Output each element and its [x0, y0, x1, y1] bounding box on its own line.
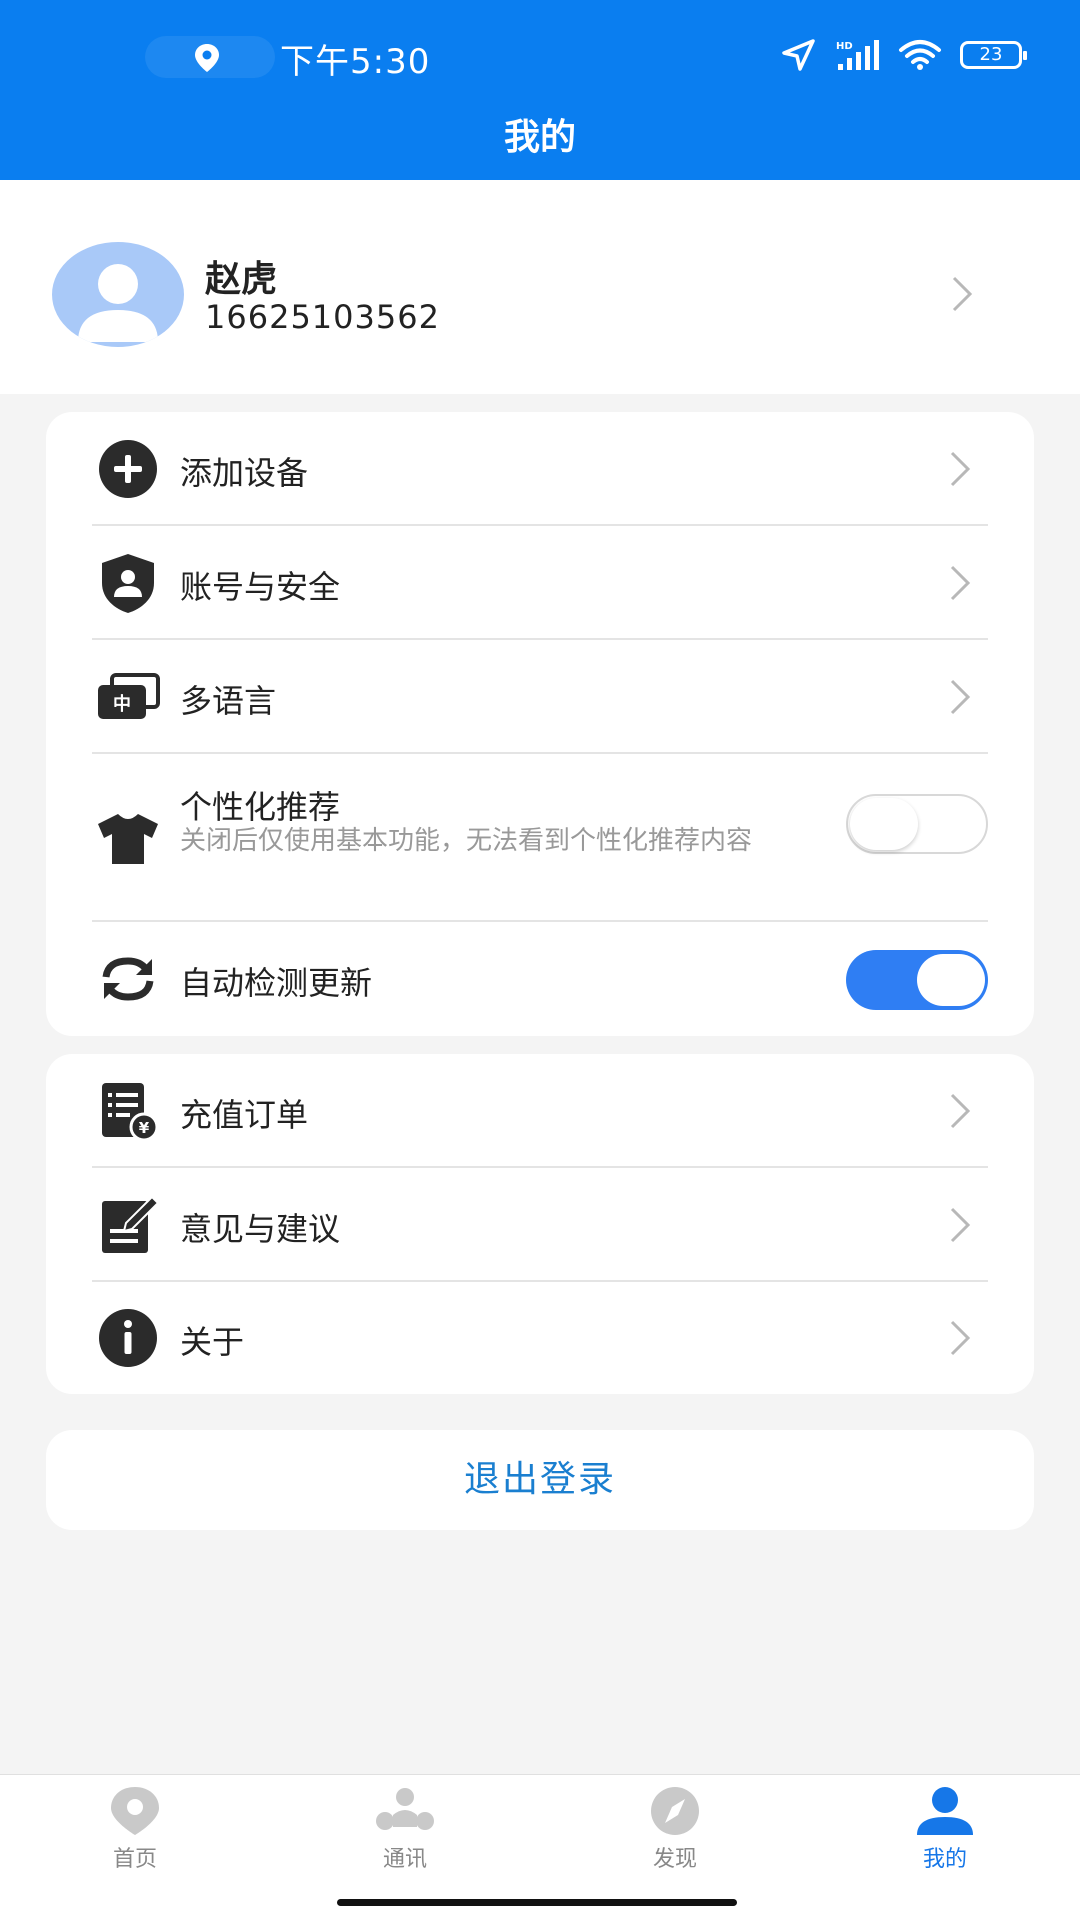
chevron-right-icon [950, 679, 971, 715]
status-icons: HD 23 [780, 38, 1027, 72]
personalized-recommendation-toggle[interactable] [846, 794, 988, 854]
settings-item-label: 添加设备 [180, 454, 309, 492]
tshirt-icon [98, 814, 158, 864]
info-icon [99, 1309, 157, 1367]
settings-item-add-device[interactable]: 添加设备 [46, 412, 1034, 526]
battery-indicator: 23 [960, 41, 1027, 69]
signal-icon: HD [836, 40, 879, 70]
profile-card[interactable]: 赵虎 16625103562 [0, 180, 1080, 394]
chevron-right-icon [950, 1320, 971, 1356]
nav-tab-home[interactable]: 首页 [75, 1785, 195, 1885]
svg-text:¥: ¥ [139, 1119, 150, 1137]
settings-item-label: 充值订单 [180, 1096, 309, 1134]
nav-tab-discover[interactable]: 发现 [615, 1785, 735, 1885]
nav-tab-label: 发现 [652, 1847, 697, 1872]
auto-update-toggle[interactable] [846, 950, 988, 1010]
page-title: 我的 [503, 117, 576, 158]
home-indicator[interactable] [337, 1899, 737, 1906]
wifi-icon [899, 40, 941, 70]
contacts-group-icon [376, 1788, 434, 1830]
header-bar: 下午5:30 HD 23 我的 [0, 0, 1080, 180]
settings-item-language[interactable]: 中 多语言 [46, 640, 1034, 754]
nav-tab-label: 我的 [922, 1847, 967, 1872]
settings-card-secondary: ¥ 充值订单 意见与建议 关于 [46, 1054, 1034, 1394]
settings-item-account-security[interactable]: 账号与安全 [46, 526, 1034, 640]
settings-item-personalized-recommendation: 个性化推荐 关闭后仅使用基本功能，无法看到个性化推荐内容 [46, 754, 1034, 922]
settings-item-description: 关闭后仅使用基本功能，无法看到个性化推荐内容 [180, 826, 753, 856]
user-name: 赵虎 [205, 259, 278, 300]
location-icon [195, 44, 219, 72]
settings-item-label: 关于 [180, 1323, 245, 1361]
chevron-right-icon [950, 451, 971, 487]
avatar [52, 242, 184, 347]
settings-item-label: 意见与建议 [180, 1210, 341, 1248]
settings-item-label: 自动检测更新 [180, 964, 373, 1002]
refresh-icon [102, 957, 154, 1001]
svg-text:中: 中 [113, 693, 131, 715]
toggle-knob [850, 798, 918, 850]
chevron-right-icon [950, 1093, 971, 1129]
add-circle-icon [99, 440, 157, 498]
navigation-arrow-icon [782, 39, 815, 71]
nav-tab-contacts[interactable]: 通讯 [345, 1785, 465, 1885]
toggle-knob [917, 954, 985, 1006]
status-time: 下午5:30 [280, 42, 431, 82]
order-list-icon: ¥ [102, 1083, 159, 1142]
settings-item-label: 账号与安全 [180, 568, 341, 606]
language-icon: 中 [98, 673, 160, 719]
feedback-edit-icon [102, 1195, 160, 1253]
settings-item-label: 多语言 [180, 682, 277, 720]
nav-tab-profile[interactable]: 我的 [885, 1785, 1005, 1885]
nav-tab-label: 通讯 [382, 1847, 427, 1872]
settings-item-feedback[interactable]: 意见与建议 [46, 1168, 1034, 1282]
settings-item-recharge-orders[interactable]: ¥ 充值订单 [46, 1054, 1034, 1168]
profile-icon [917, 1787, 973, 1835]
settings-item-auto-update: 自动检测更新 [46, 922, 1034, 1036]
chevron-right-icon [950, 1207, 971, 1243]
settings-item-about[interactable]: 关于 [46, 1282, 1034, 1394]
chevron-right-icon [950, 565, 971, 601]
settings-card-primary: 添加设备 账号与安全 中 多语言 个性化推荐 关闭后仅使用基本功能，无法看到个性… [46, 412, 1034, 1036]
home-pin-icon [111, 1787, 159, 1835]
settings-item-label: 个性化推荐 [180, 788, 341, 826]
nav-tab-label: 首页 [112, 1847, 157, 1872]
location-indicator [145, 36, 275, 78]
logout-button[interactable]: 退出登录 [46, 1430, 1034, 1530]
avatar-person-icon [78, 264, 158, 342]
status-bar: 下午5:30 HD 23 [0, 0, 1080, 110]
chevron-right-icon [952, 276, 973, 312]
user-phone: 16625103562 [205, 298, 440, 336]
svg-text:HD: HD [836, 41, 853, 52]
shield-user-icon [102, 554, 154, 613]
compass-icon [651, 1787, 699, 1835]
